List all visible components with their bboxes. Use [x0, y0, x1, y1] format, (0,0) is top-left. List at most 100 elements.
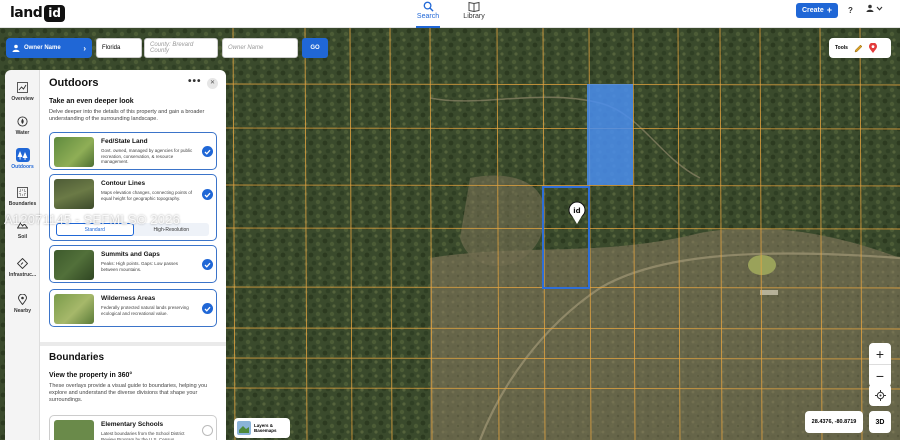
card-title: Contour Lines — [101, 180, 146, 187]
summits-gaps-thumbnail — [54, 250, 94, 280]
pond — [748, 255, 776, 275]
county-input[interactable]: County: Brevard County — [144, 38, 218, 58]
chevron-down-icon — [876, 6, 883, 11]
unchecked-circle-icon[interactable] — [202, 425, 213, 436]
rail-label-soil: Soil — [17, 234, 28, 240]
card-title: Fed/State Land — [101, 138, 148, 145]
card-title: Summits and Gaps — [101, 251, 160, 258]
outdoors-icon — [17, 150, 28, 160]
more-options-icon[interactable]: ••• — [188, 76, 202, 87]
layer-card-elementary-schools[interactable]: Elementary Schools Latest boundaries fro… — [49, 415, 217, 440]
rail-label-outdoors: Outdoors — [11, 164, 34, 170]
layer-card-fed-state-land[interactable]: Fed/State Land Govt. owned, managed by a… — [49, 132, 217, 170]
layer-card-summits-gaps[interactable]: Summits and Gaps Peaks: High points. Gap… — [49, 245, 217, 283]
logo-badge: id — [44, 4, 65, 22]
layer-card-contour-lines[interactable]: Contour Lines Maps elevation changes, co… — [49, 174, 217, 241]
landid-logo[interactable]: land id — [10, 2, 65, 24]
panel-subtitle: Take an even deeper look — [49, 98, 134, 105]
tools-label: Tools — [835, 45, 848, 51]
tools-bar: Tools — [829, 38, 891, 58]
layers-icon — [237, 421, 251, 435]
rail-item-infrastructure[interactable]: Infrastruc... — [5, 256, 40, 278]
chevron-right-icon: › — [83, 43, 86, 53]
boundaries-subtitle: View the property in 360° — [49, 372, 133, 379]
layers-label-line2: Basemaps — [254, 428, 277, 433]
rail-label-nearby: Nearby — [14, 308, 31, 314]
location-pin-icon[interactable] — [868, 43, 877, 53]
owner-placeholder: Owner Name — [228, 45, 264, 51]
help-button[interactable]: ? — [848, 6, 853, 15]
wilderness-areas-thumbnail — [54, 294, 94, 324]
user-search-icon — [12, 44, 20, 52]
checkmark-icon[interactable] — [202, 303, 213, 314]
owner-button-label: Owner Name — [24, 45, 61, 51]
panel-title: Outdoors — [49, 77, 99, 89]
card-description: Govt. owned, managed by agencies for pub… — [101, 148, 193, 164]
nearby-icon — [18, 293, 27, 305]
state-select[interactable]: Florida — [96, 38, 142, 58]
rail-label-overview: Overview — [11, 96, 34, 102]
card-description: Latest boundaries from the School Distri… — [101, 431, 185, 440]
close-icon[interactable]: ✕ — [207, 78, 218, 89]
checkmark-icon[interactable] — [202, 146, 213, 157]
tab-library[interactable]: Library — [452, 0, 496, 27]
owner-name-search-mode[interactable]: Owner Name › — [6, 38, 92, 58]
create-label: Create — [801, 7, 824, 14]
infrastructure-icon — [17, 257, 28, 269]
card-description: Maps elevation changes, connecting point… — [101, 190, 193, 201]
boundaries-icon — [17, 186, 28, 198]
rail-item-nearby[interactable]: Nearby — [5, 292, 40, 314]
pencil-icon[interactable] — [854, 44, 863, 53]
rail-item-outdoors[interactable]: Outdoors — [5, 148, 40, 170]
card-description: Federally protected natural lands preser… — [101, 305, 189, 316]
rail-item-water[interactable]: Water — [5, 114, 40, 136]
mls-watermark: A12071145 - SEFMLS© 2026 — [4, 212, 181, 227]
card-description: Peaks: High points. Gaps: Low passes bet… — [101, 261, 179, 272]
tab-search-label: Search — [416, 13, 440, 20]
search-icon — [423, 1, 434, 12]
3d-toggle-button[interactable]: 3D — [869, 411, 891, 433]
county-placeholder: County: Brevard County — [150, 42, 194, 54]
book-icon — [468, 1, 480, 12]
layers-basemaps-button[interactable]: Layers & Basemaps — [234, 418, 290, 438]
fed-state-land-thumbnail — [54, 137, 94, 167]
rail-item-boundaries[interactable]: Boundaries — [5, 185, 40, 207]
parcel-marker-label: id — [573, 207, 580, 215]
plus-icon: + — [826, 5, 833, 15]
user-menu[interactable] — [866, 4, 883, 12]
rail-label-water: Water — [15, 130, 30, 136]
card-title: Elementary Schools — [101, 421, 164, 428]
rail-label-infrastructure: Infrastruc... — [8, 272, 37, 278]
create-button[interactable]: Create + — [796, 3, 838, 18]
outdoors-panel: Outdoors ••• ✕ Take an even deeper look … — [40, 70, 226, 440]
highlighted-parcel[interactable] — [587, 84, 633, 185]
boundaries-title: Boundaries — [49, 352, 105, 363]
category-rail: Overview Water Outdoors Boundaries Soil … — [5, 70, 40, 440]
crosshair-icon — [874, 389, 886, 401]
checkmark-icon[interactable] — [202, 259, 213, 270]
state-value: Florida — [102, 45, 121, 51]
user-icon — [866, 4, 874, 12]
boundaries-description: These overlays provide a visual guide to… — [49, 383, 208, 403]
checkmark-icon[interactable] — [202, 189, 213, 200]
top-bar: land id Search Library Create + ? — [0, 0, 900, 28]
layer-card-wilderness-areas[interactable]: Wilderness Areas Federally protected nat… — [49, 289, 217, 327]
coordinates-readout: 28.4376, -80.8719 — [805, 411, 863, 433]
structure — [760, 290, 778, 295]
elementary-schools-thumbnail — [54, 420, 94, 440]
rail-item-overview[interactable]: Overview — [5, 80, 40, 102]
locate-button[interactable] — [869, 384, 891, 406]
section-divider — [40, 342, 226, 346]
card-title: Wilderness Areas — [101, 295, 156, 302]
chart-icon — [17, 81, 28, 93]
zoom-control: + − — [869, 343, 891, 387]
zoom-in-button[interactable]: + — [869, 343, 891, 365]
panel-description: Delve deeper into the details of this pr… — [49, 109, 205, 122]
tab-library-label: Library — [463, 13, 485, 20]
logo-word: land — [10, 5, 43, 21]
contour-lines-thumbnail — [54, 179, 94, 209]
water-icon — [17, 115, 28, 127]
tab-search[interactable]: Search — [406, 0, 450, 28]
go-button[interactable]: GO — [302, 38, 328, 58]
owner-name-input[interactable]: Owner Name — [222, 38, 298, 58]
